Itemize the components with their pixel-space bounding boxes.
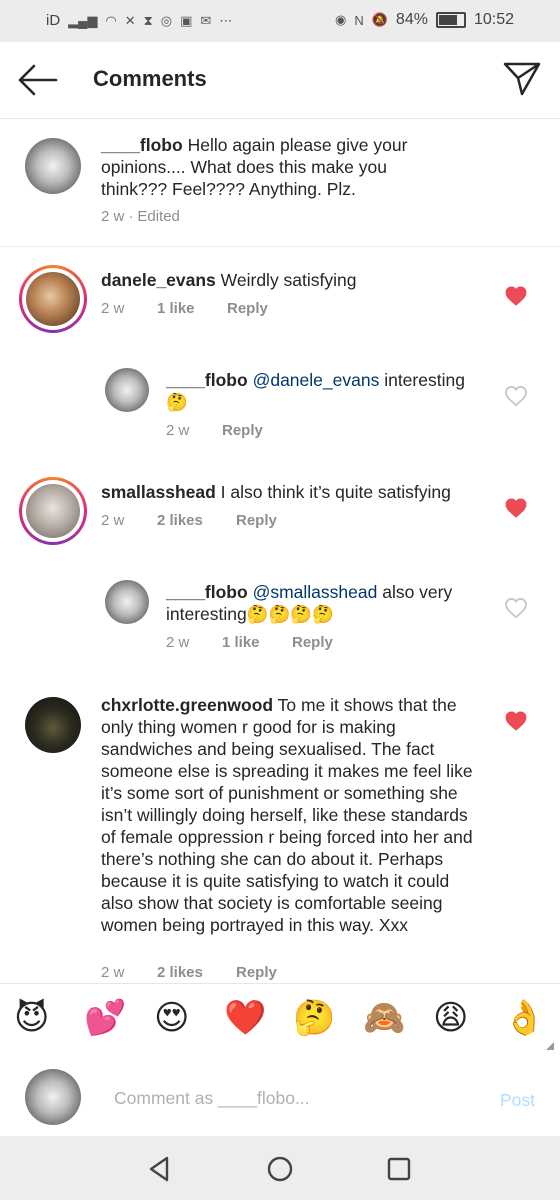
comment-composer: Post [0, 1056, 560, 1136]
avatar[interactable] [25, 697, 81, 753]
comment-input[interactable] [112, 1084, 476, 1112]
reply-emoji: 🤔🤔🤔🤔 [246, 604, 334, 624]
heart-icon[interactable] [505, 498, 527, 518]
comment-text: chxrlotte.greenwood To me it shows that … [101, 694, 481, 936]
caption-edited: Edited [137, 208, 180, 225]
signal-icon: ▂▄▆ [68, 12, 98, 28]
page-title: Comments [93, 66, 207, 91]
caption-divider [0, 246, 560, 247]
emoji-button[interactable]: 💕 [84, 998, 126, 1038]
heart-icon[interactable] [505, 598, 527, 618]
direct-send-icon [503, 62, 541, 96]
comment-text: smallasshead I also think it’s quite sat… [101, 481, 491, 503]
more-icon: ⋯ [219, 12, 233, 28]
post-button[interactable]: Post [500, 1090, 535, 1111]
avatar[interactable] [26, 484, 80, 538]
eye-icon: ◉ [335, 12, 347, 27]
reply-emoji: 🤔 [166, 392, 188, 412]
comment-time: 2 w [101, 512, 125, 529]
emoji-button[interactable]: 😈 [14, 998, 49, 1038]
reply-username[interactable]: ____flobo [166, 370, 248, 390]
meta-separator: · [128, 208, 134, 225]
emoji-button[interactable]: 👌 [503, 998, 545, 1038]
clock: 10:52 [473, 11, 514, 28]
comment-meta: 2 w 2 likes Reply [101, 964, 277, 981]
triangle-back-icon[interactable] [145, 1154, 175, 1184]
arrow-left-icon [18, 64, 58, 96]
reply-meta: 2 w 1 like Reply [166, 634, 333, 651]
reply-meta: 2 w Reply [166, 422, 263, 439]
reply-button[interactable]: Reply [236, 512, 277, 529]
avatar[interactable] [105, 580, 149, 624]
comment-body: Weirdly satisfying [220, 270, 357, 290]
comment-body: To me it shows that the only thing women… [101, 695, 473, 935]
outlook-icon: ▣ [180, 12, 193, 28]
avatar[interactable] [105, 368, 149, 412]
status-right: ◉ N 🔕 84% 10:52 [335, 11, 514, 29]
comment-username[interactable]: danele_evans [101, 270, 216, 290]
comment-body: I also think it’s quite satisfying [220, 482, 451, 502]
back-button[interactable] [16, 60, 58, 100]
reply-time: 2 w [166, 634, 190, 651]
reply-button[interactable]: Reply [222, 422, 263, 439]
battery-fill [438, 15, 458, 25]
share-button[interactable] [502, 58, 542, 98]
mail-icon: ✉ [200, 12, 212, 28]
app-icon: ✕ [124, 12, 136, 28]
comment-text: danele_evans Weirdly satisfying [101, 269, 481, 291]
avatar[interactable] [25, 138, 81, 194]
battery-icon [435, 12, 466, 28]
reply-text: ____flobo @smallasshead also very intere… [166, 581, 486, 625]
comment-time: 2 w [101, 300, 125, 317]
mute-icon: 🔕 [371, 12, 388, 27]
emoji-button[interactable]: 🙈 [363, 998, 405, 1038]
caption-time: 2 w [101, 208, 125, 225]
like-count[interactable]: 1 like [157, 300, 227, 317]
emoji-button[interactable]: 😩 [433, 998, 468, 1038]
square-recents-icon[interactable] [384, 1154, 414, 1184]
heart-icon[interactable] [505, 386, 527, 406]
instagram-icon: ◎ [160, 12, 173, 28]
comment-meta: 2 w 1 like Reply [101, 300, 268, 317]
carrier-label: iD [46, 12, 61, 29]
reply-button[interactable]: Reply [227, 300, 268, 317]
emoji-button[interactable]: 😍 [154, 998, 189, 1038]
comment-username[interactable]: chxrlotte.greenwood [101, 695, 273, 715]
avatar[interactable] [26, 272, 80, 326]
mention-link[interactable]: @smallasshead [253, 582, 378, 602]
status-left: iD ▂▄▆ ◠ ✕ ⧗ ◎ ▣ ✉ ⋯ [46, 12, 232, 29]
like-count[interactable]: 2 likes [157, 512, 236, 529]
wifi-icon: ◠ [105, 12, 117, 28]
comment-time: 2 w [101, 964, 125, 981]
hourglass-icon: ⧗ [143, 12, 153, 28]
reply-text: ____flobo @danele_evans interesting 🤔 [166, 369, 486, 413]
emoji-button[interactable]: 🤔 [293, 998, 335, 1038]
emoji-quick-bar: 😈 💕 😍 ❤️ 🤔 🙈 😩 👌 [0, 983, 560, 1057]
like-count[interactable]: 1 like [222, 634, 292, 651]
mention-link[interactable]: @danele_evans [253, 370, 380, 390]
heart-icon[interactable] [505, 286, 527, 306]
comment-meta: 2 w 2 likes Reply [101, 512, 277, 529]
reply-time: 2 w [166, 422, 190, 439]
circle-home-icon[interactable] [265, 1154, 295, 1184]
status-bar: iD ▂▄▆ ◠ ✕ ⧗ ◎ ▣ ✉ ⋯ ◉ N 🔕 84% 10:52 [0, 0, 560, 42]
caption-meta: 2 w · Edited [101, 208, 180, 225]
battery-percent: 84% [395, 11, 428, 28]
caption-text: ____flobo Hello again please give your o… [101, 134, 441, 200]
reply-button[interactable]: Reply [236, 964, 277, 981]
emoji-button[interactable]: ❤️ [224, 998, 266, 1038]
caption-username[interactable]: ____flobo [101, 135, 183, 155]
resize-grip [546, 1042, 554, 1050]
avatar [25, 1069, 81, 1125]
like-count[interactable]: 2 likes [157, 964, 236, 981]
heart-icon[interactable] [505, 711, 527, 731]
comment-username[interactable]: smallasshead [101, 482, 216, 502]
reply-body: interesting [384, 370, 465, 390]
app-header: Comments [0, 42, 560, 119]
nfc-icon: N [354, 12, 364, 28]
reply-button[interactable]: Reply [292, 634, 333, 651]
reply-username[interactable]: ____flobo [166, 582, 248, 602]
system-nav-bar [0, 1136, 560, 1200]
